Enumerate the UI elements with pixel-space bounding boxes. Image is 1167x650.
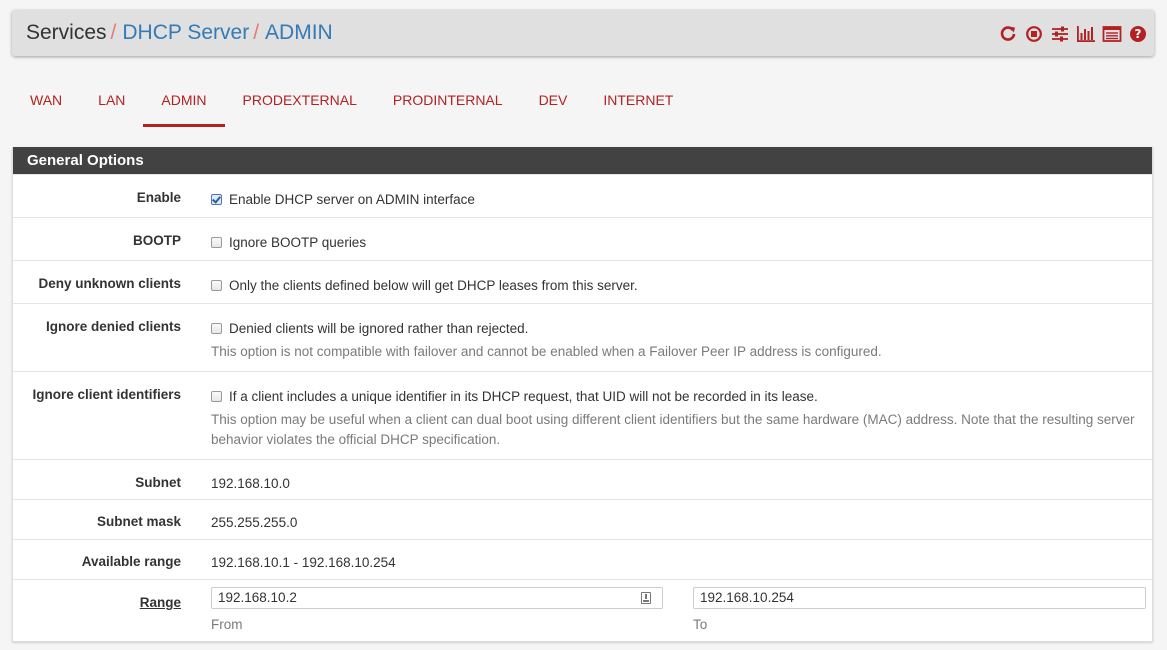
breadcrumb-admin-link[interactable]: ADMIN [265, 21, 333, 44]
range-from-caption: From [211, 617, 243, 632]
enable-row: Enable Enable DHCP server on ADMIN inter… [13, 174, 1152, 217]
tab-wan[interactable]: WAN [12, 76, 80, 127]
bootp-checkbox[interactable] [211, 236, 222, 248]
restart-icon[interactable] [998, 24, 1018, 44]
subnet-mask-value: 255.255.255.0 [211, 515, 298, 530]
range-to-caption: To [693, 617, 708, 632]
autofill-icon[interactable] [641, 592, 651, 604]
deny-unknown-row: Deny unknown clients Only the clients de… [13, 260, 1152, 303]
range-from-value: 192.168.10.2 [218, 590, 297, 605]
tab-lan[interactable]: LAN [80, 76, 143, 127]
available-range-row: Available range 192.168.10.1 - 192.168.1… [13, 539, 1152, 579]
ignore-denied-help: This option is not compatible with failo… [211, 344, 882, 359]
general-options-panel: General Options Enable Enable DHCP serve… [12, 147, 1153, 642]
settings-sliders-icon[interactable] [1050, 24, 1070, 44]
deny-unknown-label: Deny unknown clients [38, 276, 181, 291]
deny-unknown-checkbox-text: Only the clients defined below will get … [229, 277, 638, 293]
enable-checkbox[interactable] [211, 193, 222, 205]
tab-internet[interactable]: INTERNET [585, 76, 691, 127]
subnet-mask-label: Subnet mask [96, 514, 181, 529]
tab-dev[interactable]: DEV [521, 76, 586, 127]
range-to-input[interactable]: 192.168.10.254 [693, 587, 1146, 609]
bootp-label: BOOTP [132, 233, 181, 248]
ignore-denied-checkbox-text: Denied clients will be ignored rather th… [229, 320, 529, 336]
bootp-checkbox-text: Ignore BOOTP queries [229, 234, 367, 250]
enable-checkbox-text: Enable DHCP server on ADMIN interface [229, 191, 475, 207]
range-row: Range 192.168.10.2 From 192.168.10.254 T… [13, 579, 1152, 641]
help-icon[interactable]: ? [1128, 24, 1148, 44]
bar-chart-icon[interactable] [1076, 24, 1096, 44]
tab-prodinternal[interactable]: PRODINTERNAL [375, 76, 521, 127]
ignore-denied-row: Ignore denied clients Denied clients wil… [13, 303, 1152, 371]
ignore-client-ids-row: Ignore client identifiers If a client in… [13, 371, 1152, 459]
subnet-value: 192.168.10.0 [211, 476, 290, 491]
ignore-denied-checkbox[interactable] [211, 322, 222, 334]
subnet-mask-row: Subnet mask 255.255.255.0 [13, 499, 1152, 539]
svg-text:?: ? [1135, 27, 1142, 41]
range-to-value: 192.168.10.254 [700, 590, 794, 605]
breadcrumb: Services / DHCP Server / ADMIN [26, 20, 333, 46]
stop-icon[interactable] [1024, 24, 1044, 44]
breadcrumb-services: Services [26, 21, 107, 44]
available-range-value: 192.168.10.1 - 192.168.10.254 [211, 555, 396, 570]
enable-label: Enable [136, 190, 181, 205]
ignore-client-ids-checkbox[interactable] [211, 390, 222, 402]
subnet-row: Subnet 192.168.10.0 [13, 459, 1152, 499]
range-label-link[interactable]: Range [140, 595, 181, 610]
tab-admin[interactable]: ADMIN [143, 76, 225, 127]
ignore-client-ids-label: Ignore client identifiers [32, 387, 181, 402]
header-icon-bar: ? [998, 24, 1148, 44]
bootp-row: BOOTP Ignore BOOTP queries [13, 217, 1152, 260]
deny-unknown-checkbox[interactable] [211, 279, 222, 291]
available-range-label: Available range [81, 554, 181, 569]
breadcrumb-separator: / [253, 21, 260, 44]
tab-prodexternal[interactable]: PRODEXTERNAL [225, 76, 375, 127]
ignore-client-ids-checkbox-text: If a client includes a unique identifier… [229, 388, 818, 404]
log-list-icon[interactable] [1102, 24, 1122, 44]
ignore-client-ids-help: This option may be useful when a client … [211, 412, 1135, 447]
panel-title: General Options [13, 147, 1152, 174]
subnet-label: Subnet [135, 475, 181, 490]
ignore-denied-label: Ignore denied clients [45, 319, 181, 334]
breadcrumb-separator: / [110, 21, 117, 44]
breadcrumb-dhcp-server-link[interactable]: DHCP Server [122, 21, 249, 44]
page-header: Services / DHCP Server / ADMIN ? [12, 10, 1154, 56]
range-from-input[interactable]: 192.168.10.2 [211, 587, 663, 609]
interface-tabs: WAN LAN ADMIN PRODEXTERNAL PRODINTERNAL … [12, 76, 691, 127]
